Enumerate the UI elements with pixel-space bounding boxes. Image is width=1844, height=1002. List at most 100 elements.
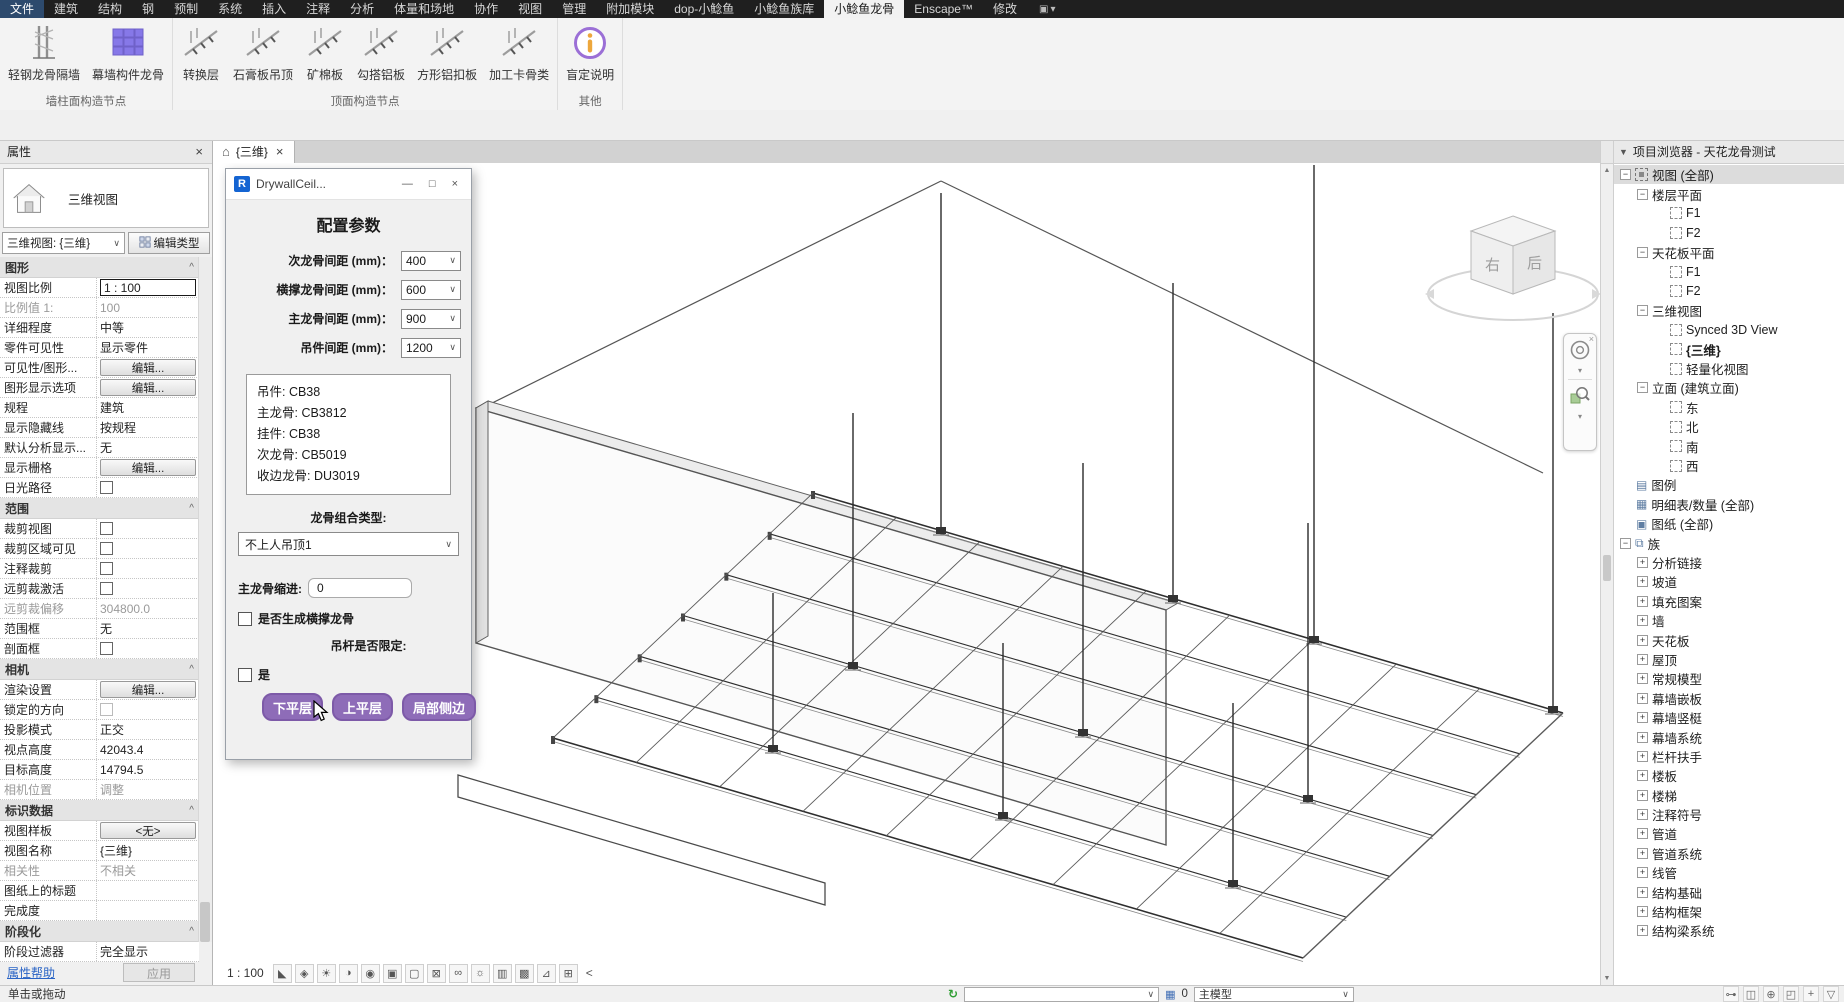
crop-view-icon[interactable]: ▣	[383, 964, 402, 983]
crop-region-icon[interactable]: ▢	[405, 964, 424, 983]
view-tab[interactable]: ⌂ {三维} ×	[213, 140, 295, 163]
tree-item[interactable]: 南	[1614, 436, 1844, 455]
tree-expander[interactable]: +	[1637, 848, 1648, 859]
edit-button[interactable]: 编辑...	[100, 459, 196, 476]
scrollbar-thumb[interactable]	[200, 902, 210, 942]
edit-button[interactable]: <无>	[100, 822, 196, 839]
render-icon[interactable]: ◉	[361, 964, 380, 983]
tree-item[interactable]: +常规模型	[1614, 669, 1844, 688]
select-underlay-toggle[interactable]: ◫	[1743, 986, 1759, 1002]
tree-item[interactable]: +线管	[1614, 863, 1844, 882]
tree-expander[interactable]: +	[1637, 906, 1648, 917]
drag-on-selection-toggle[interactable]: +	[1803, 986, 1819, 1002]
tree-item[interactable]: F1	[1614, 262, 1844, 281]
spacing-dropdown[interactable]: 1200∨	[401, 338, 461, 358]
displacement-icon[interactable]: ⊿	[537, 964, 556, 983]
scroll-down-icon[interactable]: ▼	[1601, 972, 1613, 985]
close-icon[interactable]: ×	[447, 178, 463, 190]
collapse-icon[interactable]: ^	[189, 262, 194, 273]
property-value[interactable]: 100	[97, 298, 199, 317]
property-section-header[interactable]: 标识数据^	[0, 800, 199, 821]
property-value[interactable]	[97, 901, 199, 920]
maximize-icon[interactable]: □	[424, 178, 441, 190]
tree-expander[interactable]: −	[1620, 169, 1631, 180]
tree-item[interactable]: F2	[1614, 223, 1844, 242]
tree-expander[interactable]: −	[1620, 538, 1631, 549]
ribbon-button[interactable]: 加工卡骨类	[483, 20, 555, 83]
tree-expander[interactable]: +	[1637, 751, 1648, 762]
menu-tab[interactable]: 预制	[164, 0, 208, 18]
property-value[interactable]: 14794.5	[97, 760, 199, 779]
ribbon-button[interactable]: 石膏板吊顶	[227, 20, 299, 83]
reveal-hidden-icon[interactable]: ☼	[471, 964, 490, 983]
property-value[interactable]: 编辑...	[97, 358, 199, 377]
close-icon[interactable]: ×	[193, 144, 205, 159]
property-value[interactable]	[97, 539, 199, 558]
constraints-icon[interactable]: ⊞	[559, 964, 578, 983]
tree-item[interactable]: −三维视图	[1614, 301, 1844, 320]
tree-expander[interactable]: +	[1637, 790, 1648, 801]
property-value[interactable]	[97, 700, 199, 719]
property-value[interactable]: 无	[97, 619, 199, 638]
tree-item[interactable]: +屋顶	[1614, 650, 1844, 669]
tree-item[interactable]: +注释符号	[1614, 805, 1844, 824]
property-value[interactable]: {三维}	[97, 841, 199, 860]
tree-item[interactable]: +墙	[1614, 611, 1844, 630]
menu-tab[interactable]: 附加模块	[596, 0, 664, 18]
rod-limit-yes-checkbox[interactable]	[238, 668, 252, 682]
tree-expander[interactable]: +	[1637, 673, 1648, 684]
edit-button[interactable]: 编辑...	[100, 359, 196, 376]
menu-tab[interactable]: Enscape™	[904, 0, 983, 18]
zoom-icon[interactable]	[1568, 384, 1592, 413]
worksharing-display-icon[interactable]: ▥	[493, 964, 512, 983]
tree-expander[interactable]: +	[1637, 770, 1648, 781]
property-value[interactable]: 42043.4	[97, 740, 199, 759]
property-value[interactable]: 1 : 100	[97, 278, 199, 297]
tree-item[interactable]: +分析链接	[1614, 553, 1844, 572]
edit-type-button[interactable]: 编辑类型	[128, 232, 210, 254]
checkbox[interactable]	[100, 642, 113, 655]
property-section-header[interactable]: 图形^	[0, 257, 199, 278]
checkbox[interactable]	[100, 481, 113, 494]
tree-item[interactable]: 北	[1614, 417, 1844, 436]
menu-tab[interactable]: 插入	[252, 0, 296, 18]
vertical-scrollbar[interactable]: ▲ ▼	[1600, 140, 1614, 985]
tree-item[interactable]: +幕墙嵌板	[1614, 689, 1844, 708]
tree-item[interactable]: +管道	[1614, 824, 1844, 843]
property-value[interactable]: 调整	[97, 780, 199, 799]
menu-tab[interactable]: 体量和场地	[384, 0, 464, 18]
tree-expander[interactable]: +	[1637, 828, 1648, 839]
property-value[interactable]	[97, 478, 199, 497]
property-value[interactable]: 304800.0	[97, 599, 199, 618]
temp-view-properties-icon[interactable]: ▩	[515, 964, 534, 983]
view-cube[interactable]: 右 后	[1413, 198, 1600, 348]
tree-expander[interactable]: +	[1637, 654, 1648, 665]
tree-expander[interactable]: +	[1637, 615, 1648, 626]
scroll-up-icon[interactable]: ▲	[1601, 164, 1613, 177]
collapse-icon[interactable]: ^	[189, 926, 194, 937]
temp-hide-isolate-icon[interactable]: ∞	[449, 964, 468, 983]
property-section-header[interactable]: 阶段化^	[0, 921, 199, 942]
workset-dropdown[interactable]: ∨	[964, 987, 1159, 1002]
property-value[interactable]: 显示零件	[97, 338, 199, 357]
panel-menu-icon[interactable]: ▼	[1619, 147, 1628, 157]
chevron-down-icon[interactable]: ▾	[1578, 413, 1582, 421]
menu-tab[interactable]: 协作	[464, 0, 508, 18]
detail-level-icon[interactable]: ◣	[273, 964, 292, 983]
close-icon[interactable]: ×	[1589, 334, 1594, 344]
view-scale[interactable]: 1 : 100	[225, 966, 270, 980]
lock-3d-view-icon[interactable]: ⊠	[427, 964, 446, 983]
property-value[interactable]: 按规程	[97, 418, 199, 437]
tree-expander[interactable]: +	[1637, 887, 1648, 898]
property-value[interactable]: 建筑	[97, 398, 199, 417]
type-selector-dropdown[interactable]: 三维视图: {三维} ∨	[2, 232, 125, 254]
tree-item[interactable]: 西	[1614, 456, 1844, 475]
tree-item[interactable]: +结构基础	[1614, 882, 1844, 901]
tree-item[interactable]: +楼板	[1614, 766, 1844, 785]
spacing-dropdown[interactable]: 400∨	[401, 251, 461, 271]
ribbon-button[interactable]: 幕墙构件龙骨	[86, 20, 170, 83]
tree-item[interactable]: −楼层平面	[1614, 184, 1844, 203]
property-value[interactable]: 编辑...	[97, 680, 199, 699]
menu-tab[interactable]: 文件	[0, 0, 44, 18]
tree-item[interactable]: +幕墙系统	[1614, 727, 1844, 746]
